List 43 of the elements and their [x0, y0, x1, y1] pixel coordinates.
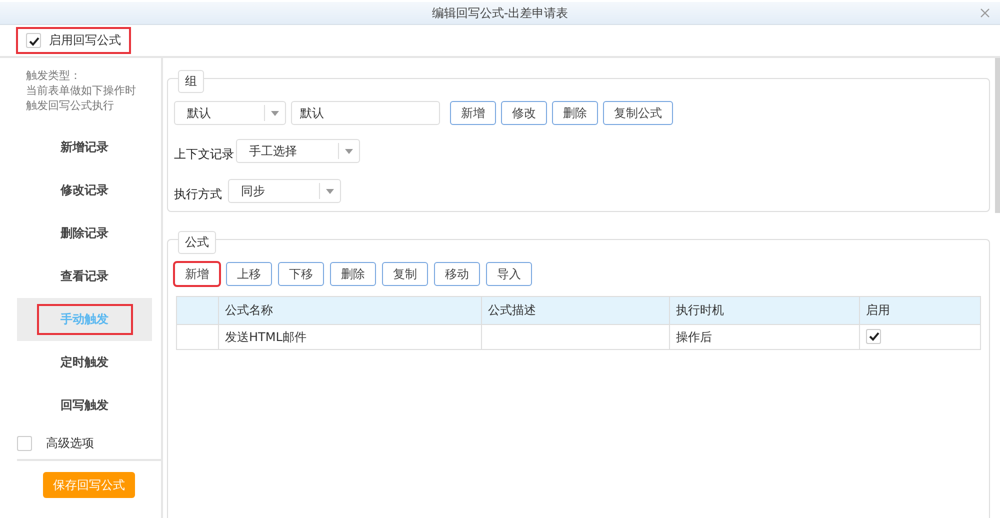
toolbar-button[interactable]: 删除 [552, 101, 598, 125]
toolbar-button[interactable]: 复制 [382, 262, 428, 286]
column-header: 公式名称 [218, 296, 482, 324]
panel-legend: 组 [178, 70, 204, 93]
toolbar-button[interactable]: 新增 [174, 262, 220, 286]
toolbar-button[interactable]: 修改 [501, 101, 547, 125]
table-cell: 操作后 [670, 324, 860, 350]
caret-icon [345, 148, 353, 154]
toolbar-button[interactable]: 移动 [434, 262, 480, 286]
close-icon[interactable] [980, 8, 990, 18]
toolbar-button[interactable]: 下移 [278, 262, 324, 286]
panel-legend: 公式 [178, 231, 216, 254]
mode-dropdown[interactable]: 同步 [228, 179, 341, 203]
checkbox-label: 启用回写公式 [49, 32, 121, 49]
column-header: 启用 [860, 296, 980, 324]
group-dropdown[interactable]: 默认 [174, 101, 286, 125]
window-title: 编辑回写公式-出差申请表 [432, 4, 568, 22]
caret-icon [271, 110, 279, 116]
name-input-field[interactable]: 默认 [291, 101, 440, 125]
toolbar-button[interactable]: 删除 [330, 262, 376, 286]
trigger-item[interactable]: 查看记录 [38, 263, 130, 290]
toolbar-button[interactable]: 上移 [226, 262, 272, 286]
checkbox-label: 高级选项 [46, 434, 94, 452]
trigger-item[interactable]: 新增记录 [38, 134, 130, 161]
checkbox[interactable] [866, 328, 881, 344]
trigger-item[interactable]: 回写触发 [38, 392, 130, 419]
column-header: 执行时机 [670, 296, 860, 324]
toolbar-button[interactable]: 新增 [450, 101, 496, 125]
checkbox[interactable] [17, 436, 32, 450]
field-label: 上下文记录 [174, 146, 234, 162]
table-cell: 发送HTML邮件 [218, 324, 482, 350]
trigger-description: 触发类型： 当前表单做如下操作时 触发回写公式执行 [26, 68, 137, 113]
context-dropdown[interactable]: 手工选择 [236, 139, 360, 163]
scrollbar[interactable] [995, 58, 1000, 213]
caret-icon [326, 188, 334, 194]
trigger-item[interactable]: 删除记录 [38, 220, 130, 247]
trigger-item[interactable]: 定时触发 [38, 349, 130, 376]
trigger-item[interactable]: 修改记录 [38, 177, 130, 204]
checkbox[interactable] [26, 33, 41, 48]
field-label: 执行方式 [174, 186, 222, 202]
toolbar-button[interactable]: 导入 [486, 262, 532, 286]
toolbar-button[interactable]: 复制公式 [603, 101, 673, 125]
column-header: 公式描述 [482, 296, 670, 324]
